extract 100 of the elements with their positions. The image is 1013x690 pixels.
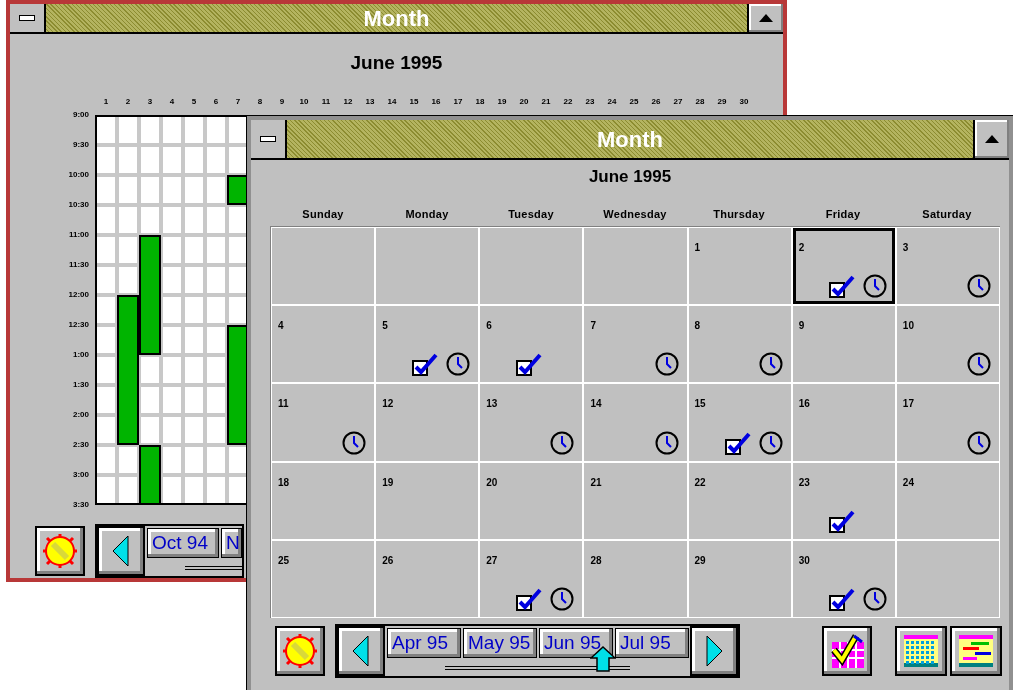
day-cell[interactable]: 14 (584, 384, 687, 461)
clock-icon[interactable] (758, 352, 783, 377)
time-slot[interactable] (116, 414, 140, 446)
time-slot[interactable] (95, 385, 117, 415)
day-cell[interactable]: 18 (272, 462, 375, 539)
day-cell[interactable]: 13 (480, 384, 583, 461)
time-slot[interactable] (95, 265, 117, 295)
month-tab[interactable]: Apr 95 (387, 628, 461, 658)
day-cell[interactable]: 17 (896, 384, 999, 461)
day-cell[interactable]: 30 (792, 540, 895, 617)
time-slot[interactable] (95, 445, 117, 475)
clock-icon[interactable] (967, 274, 991, 299)
day-cell[interactable]: 11 (272, 384, 375, 461)
day-cell[interactable]: 26 (376, 540, 479, 617)
time-slot[interactable] (161, 115, 183, 145)
day-cell[interactable]: 8 (688, 306, 791, 383)
checked-task-icon[interactable] (412, 352, 439, 377)
time-slot[interactable] (95, 475, 117, 505)
system-menu-button[interactable] (10, 4, 46, 32)
time-slot[interactable] (227, 205, 249, 235)
timeline-view-button[interactable] (950, 626, 1002, 676)
day-cell[interactable]: 2 (792, 228, 895, 305)
clock-icon[interactable] (862, 274, 887, 299)
day-cell[interactable]: 5 (376, 306, 479, 383)
time-slot[interactable] (227, 145, 249, 175)
time-slot[interactable] (95, 175, 117, 205)
day-cell[interactable]: 21 (584, 462, 687, 539)
checked-task-icon[interactable] (516, 587, 543, 611)
time-slot[interactable] (138, 474, 162, 505)
time-slot[interactable] (161, 475, 183, 505)
month-tab[interactable]: Oct 94 (147, 528, 219, 558)
previous-button[interactable] (337, 626, 385, 676)
checked-task-icon[interactable] (724, 430, 751, 455)
time-slot[interactable] (95, 295, 117, 325)
time-slot[interactable] (205, 475, 227, 505)
day-cell[interactable]: 10 (896, 306, 999, 383)
clock-icon[interactable] (654, 430, 679, 455)
time-slot[interactable] (95, 355, 117, 385)
day-cell[interactable]: 22 (688, 462, 791, 539)
day-cell[interactable]: 24 (896, 462, 999, 539)
clock-icon[interactable] (862, 587, 887, 611)
day-cell[interactable] (584, 228, 687, 305)
day-cell[interactable]: 27 (480, 540, 583, 617)
time-slot[interactable] (95, 145, 117, 175)
day-cell[interactable] (272, 228, 375, 305)
checked-task-icon[interactable] (828, 587, 855, 611)
day-cell[interactable]: 6 (480, 306, 583, 383)
time-slot[interactable] (138, 444, 162, 476)
day-cell[interactable]: 25 (272, 540, 375, 617)
time-slot[interactable] (227, 295, 249, 325)
time-slot[interactable] (227, 235, 249, 265)
month-tab[interactable]: Jun 95 (539, 628, 613, 658)
time-slot[interactable] (183, 475, 205, 505)
clock-icon[interactable] (342, 430, 367, 455)
time-slot[interactable] (95, 205, 117, 235)
day-cell[interactable]: 3 (896, 228, 999, 305)
day-cell[interactable]: 20 (480, 462, 583, 539)
day-cell[interactable]: 23 (792, 462, 895, 539)
day-cell[interactable]: 16 (792, 384, 895, 461)
time-slot[interactable] (139, 115, 161, 145)
time-slot[interactable] (117, 475, 139, 505)
day-cell[interactable]: 9 (792, 306, 895, 383)
day-cell[interactable]: 19 (376, 462, 479, 539)
day-cell[interactable]: 12 (376, 384, 479, 461)
time-slot[interactable] (227, 445, 249, 475)
day-cell[interactable]: 29 (688, 540, 791, 617)
clock-icon[interactable] (446, 352, 471, 377)
clock-icon[interactable] (967, 352, 991, 377)
time-slot[interactable] (227, 265, 249, 295)
day-cell[interactable]: 15 (688, 384, 791, 461)
today-button[interactable] (35, 526, 85, 576)
time-slot[interactable] (138, 324, 162, 356)
month-tab[interactable]: May 95 (463, 628, 537, 658)
time-slot[interactable] (205, 115, 227, 145)
clock-icon[interactable] (550, 430, 575, 455)
time-slot[interactable] (138, 234, 162, 266)
day-cell[interactable]: 28 (584, 540, 687, 617)
time-slot[interactable] (95, 415, 117, 445)
day-cell[interactable] (896, 540, 999, 617)
maximize-button[interactable] (747, 4, 783, 32)
clock-icon[interactable] (550, 587, 575, 611)
month-tab[interactable]: N (221, 528, 242, 558)
time-slot[interactable] (117, 115, 139, 145)
time-slot[interactable] (227, 475, 249, 505)
day-cell[interactable]: 7 (584, 306, 687, 383)
time-slot[interactable] (183, 115, 205, 145)
today-button[interactable] (275, 626, 325, 676)
day-cell[interactable]: 1 (688, 228, 791, 305)
day-cell[interactable] (376, 228, 479, 305)
day-cell[interactable]: 4 (272, 306, 375, 383)
clock-icon[interactable] (967, 430, 991, 455)
maximize-button[interactable] (973, 120, 1009, 158)
system-menu-button[interactable] (251, 120, 287, 158)
time-slot[interactable] (95, 325, 117, 355)
month-view-button[interactable] (895, 626, 947, 676)
checked-task-icon[interactable] (516, 352, 543, 377)
time-slot[interactable] (116, 294, 140, 326)
day-cell[interactable] (480, 228, 583, 305)
checked-task-icon[interactable] (828, 508, 855, 533)
month-tab[interactable]: Jul 95 (615, 628, 689, 658)
